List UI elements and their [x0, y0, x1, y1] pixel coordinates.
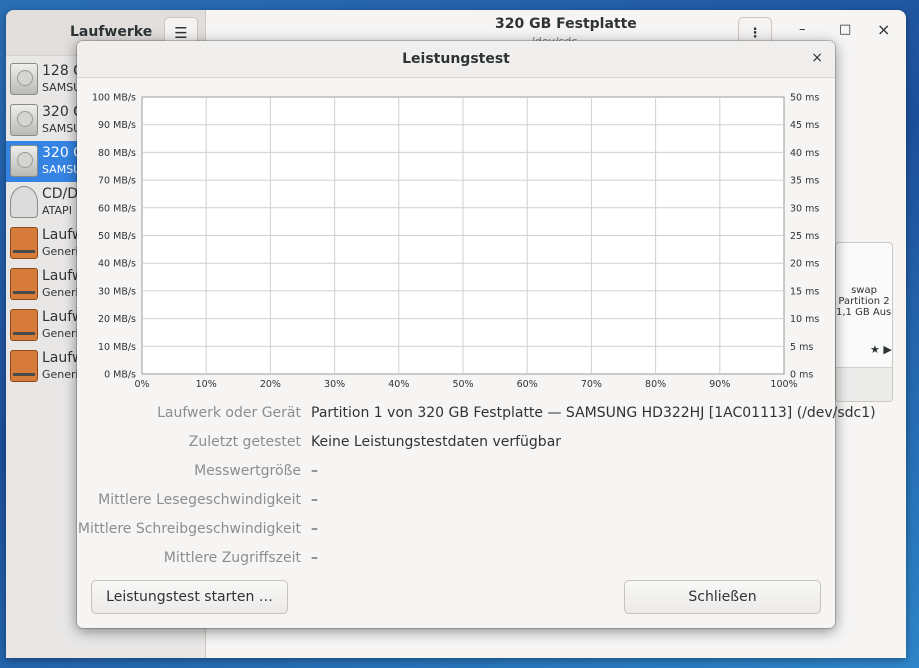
hdd-icon [10, 104, 38, 136]
y-left-tick-label: 30 MB/s [98, 286, 136, 297]
x-tick-label: 0% [134, 379, 149, 390]
drive-name: CD/DVD [42, 186, 82, 202]
drive-name: Laufwerk [42, 268, 82, 284]
x-tick-label: 90% [709, 379, 730, 390]
y-right-tick-label: 25 ms [790, 231, 819, 242]
drive-name: Laufwerk [42, 309, 82, 325]
y-right-tick-label: 30 ms [790, 203, 819, 214]
star-icon: ★ [870, 343, 880, 356]
optical-drive-icon [10, 186, 38, 218]
drive-name: Laufwerk [42, 227, 82, 243]
y-left-tick-label: 90 MB/s [98, 120, 136, 131]
info-row-access-time: Mittlere Zugriffszeit – [77, 548, 835, 570]
x-tick-label: 30% [324, 379, 345, 390]
device-label: Laufwerk oder Gerät [157, 405, 301, 421]
sidebar-title: Laufwerke [70, 24, 153, 40]
drive-model: Generic [42, 286, 82, 299]
partition-action-icons: ★ ▶ [870, 343, 892, 356]
y-left-tick-label: 100 MB/s [92, 93, 136, 104]
access-time-label: Mittlere Zugriffszeit [163, 550, 301, 566]
info-row-read-rate: Mittlere Lesegeschwindigkeit – [77, 490, 835, 512]
y-left-tick-label: 40 MB/s [98, 259, 136, 270]
x-tick-label: 40% [388, 379, 409, 390]
write-rate-label: Mittlere Schreibgeschwindigkeit [77, 521, 301, 537]
last-tested-value: Keine Leistungstestdaten verfügbar [311, 434, 562, 450]
x-tick-label: 70% [581, 379, 602, 390]
y-left-tick-label: 80 MB/s [98, 148, 136, 159]
y-left-tick-label: 0 MB/s [104, 370, 136, 381]
partition-toolbar [836, 367, 892, 401]
y-left-tick-label: 60 MB/s [98, 203, 136, 214]
y-right-tick-label: 45 ms [790, 120, 819, 131]
kebab-menu-icon: ⋮ [748, 25, 762, 41]
y-right-tick-label: 35 ms [790, 176, 819, 187]
drive-model: SAMSUNG [42, 81, 82, 94]
drive-name: 320 GB [42, 104, 82, 120]
benchmark-chart: 0% 10% 20% 30% 40% 50% 60% 70% 80% 90% 100% 0 MB/s 1… [77, 78, 835, 398]
hdd-icon [10, 145, 38, 177]
usb-drive-icon [10, 268, 38, 300]
usb-drive-icon [10, 309, 38, 341]
y-right-tick-label: 0 ms [790, 370, 813, 381]
sample-size-label: Messwertgröße [194, 463, 301, 479]
device-value: Partition 1 von 320 GB Festplatte — SAMS… [311, 405, 876, 421]
drive-name: 128 GB [42, 63, 82, 79]
x-tick-label: 100% [770, 379, 797, 390]
read-rate-value: – [311, 492, 318, 508]
y-left-tick-label: 20 MB/s [98, 314, 136, 325]
drive-model: Generic [42, 245, 82, 258]
y-right-tick-label: 10 ms [790, 314, 819, 325]
hdd-icon [10, 63, 38, 95]
dialog-title: Leistungstest [402, 51, 510, 67]
play-icon: ▶ [883, 343, 892, 356]
close-dialog-button[interactable]: Schließen [624, 580, 821, 614]
app-title: 320 GB Festplatte [495, 16, 637, 32]
y-right-tick-label: 50 ms [790, 93, 819, 104]
y-left-tick-label: 70 MB/s [98, 176, 136, 187]
y-right-tick-label: 15 ms [790, 286, 819, 297]
benchmark-dialog: Leistungstest × 0% 10% 20% 30% 40% 50% 60% 70% 8… [77, 41, 876, 628]
maximize-button[interactable]: □ [839, 22, 851, 37]
last-tested-label: Zuletzt getestet [188, 434, 301, 450]
x-tick-label: 50% [452, 379, 473, 390]
partition-number-label: Partition 2 [838, 296, 890, 307]
partition-size-label: 1,1 GB Aus… [836, 307, 892, 318]
x-tick-label: 10% [196, 379, 217, 390]
y-right-tick-label: 5 ms [790, 342, 813, 353]
read-rate-label: Mittlere Lesegeschwindigkeit [98, 492, 301, 508]
minimize-button[interactable]: – [799, 22, 806, 37]
y-left-tick-label: 50 MB/s [98, 231, 136, 242]
x-tick-label: 20% [260, 379, 281, 390]
y-right-tick-label: 40 ms [790, 148, 819, 159]
y-right-tick-label: 20 ms [790, 259, 819, 270]
info-row-write-rate: Mittlere Schreibgeschwindigkeit – [77, 519, 835, 541]
y-left-tick-label: 10 MB/s [98, 342, 136, 353]
drive-model: SAMSUNG [42, 122, 82, 135]
drive-model: Generic [42, 327, 82, 340]
x-tick-label: 60% [517, 379, 538, 390]
dialog-header: Leistungstest × [77, 41, 835, 78]
drive-model: SAMSUNG [42, 163, 82, 176]
benchmark-chart-svg: 0% 10% 20% 30% 40% 50% 60% 70% 80% 90% 100% 0 MB/s 1… [92, 93, 819, 391]
drive-name: Laufwerk [42, 350, 82, 366]
drive-model: Generic [42, 368, 82, 381]
partition-type-label: swap [851, 285, 877, 296]
drive-name: 320 GB [42, 145, 82, 161]
write-rate-value: – [311, 521, 318, 537]
swap-partition-card[interactable]: swap Partition 2 1,1 GB Aus… ★ ▶ [835, 242, 893, 402]
access-time-value: – [311, 550, 318, 566]
sample-size-value: – [311, 463, 318, 479]
hamburger-menu-icon: ☰ [174, 24, 188, 42]
info-row-sample-size: Messwertgröße – [77, 461, 835, 483]
info-row-last-tested: Zuletzt getestet Keine Leistungstestdate… [77, 432, 835, 454]
drive-model: ATAPI [42, 204, 72, 217]
x-tick-label: 80% [645, 379, 666, 390]
close-window-button[interactable]: × [877, 20, 890, 39]
close-icon[interactable]: × [811, 50, 823, 66]
usb-drive-icon [10, 350, 38, 382]
info-row-device: Laufwerk oder Gerät Partition 1 von 320 … [77, 403, 876, 425]
start-benchmark-button[interactable]: Leistungstest starten … [91, 580, 288, 614]
usb-drive-icon [10, 227, 38, 259]
